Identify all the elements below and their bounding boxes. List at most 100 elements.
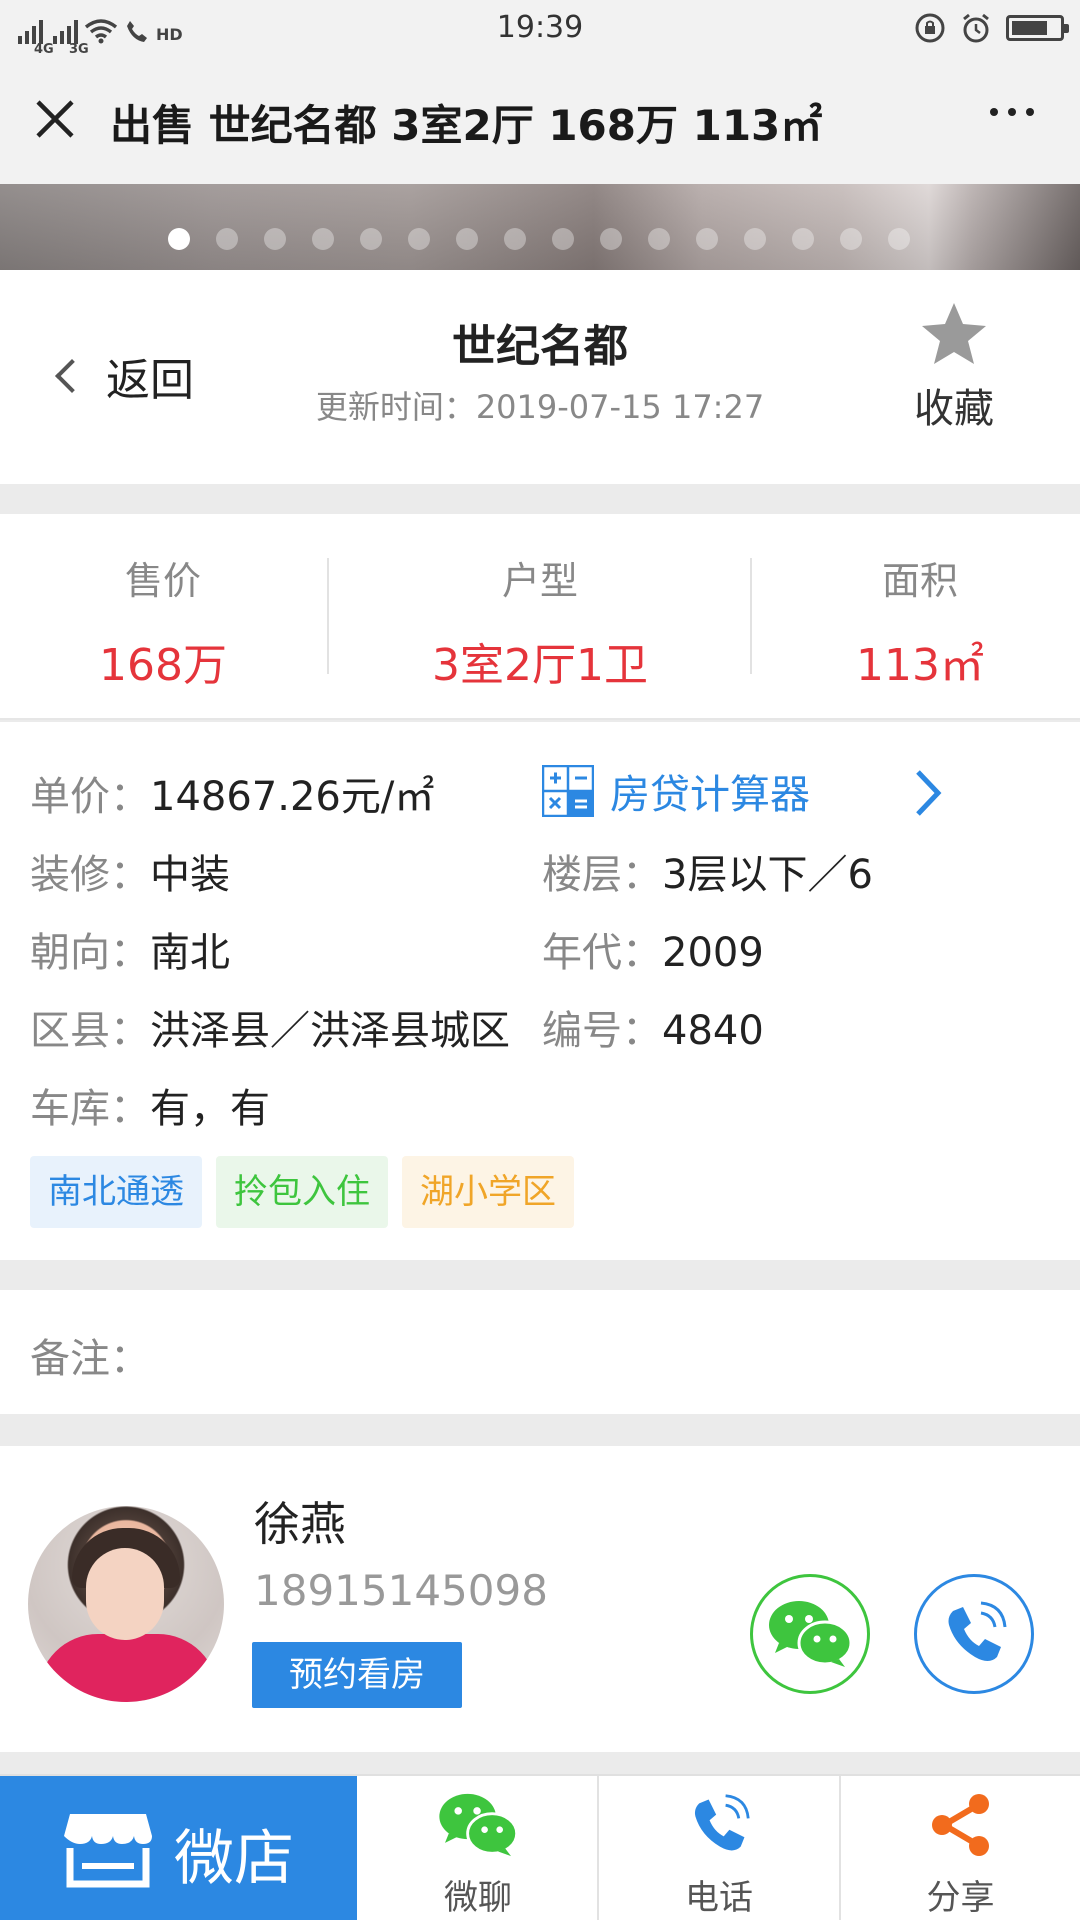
detail-key: 单价： (30, 774, 150, 820)
call-label: 电话 (685, 1878, 753, 1918)
banner-dot[interactable] (792, 228, 814, 250)
feature-tag: 拎包入住 (216, 1156, 388, 1228)
title-bar: 出售 世纪名都 3室2厅 168万 113㎡ (0, 56, 1080, 184)
feature-tag: 南北通透 (30, 1156, 202, 1228)
banner-dot[interactable] (456, 228, 478, 250)
detail-number: 编号：4840 (542, 998, 764, 1056)
chevron-right-icon[interactable] (908, 768, 948, 818)
detail-key: 车库： (30, 1086, 150, 1132)
detail-orientation: 朝向：南北 (30, 920, 230, 978)
detail-floor: 楼层：3层以下／6 (542, 842, 873, 900)
banner-dot[interactable] (744, 228, 766, 250)
phone-icon (948, 1601, 1007, 1661)
agent-name: 徐燕 (254, 1497, 346, 1551)
chat-label: 微聊 (444, 1878, 512, 1918)
detail-unit-price: 单价：14867.26元/㎡ (30, 764, 434, 822)
store-icon (64, 1814, 152, 1888)
avatar (28, 1506, 224, 1702)
banner-dot[interactable] (216, 228, 238, 250)
detail-district: 区县：洪泽县／洪泽县城区 (30, 998, 510, 1056)
divider (327, 558, 329, 674)
banner-dot[interactable] (840, 228, 862, 250)
status-bar: 4G 3G HD 19:39 (0, 0, 1080, 57)
detail-value: 2009 (662, 930, 764, 976)
favorite-button[interactable]: 收藏 (904, 300, 1004, 434)
agent-card: 徐燕 18915145098 预约看房 (0, 1446, 1080, 1752)
banner-dot[interactable] (600, 228, 622, 250)
detail-value: 有，有 (150, 1086, 270, 1132)
detail-key: 装修： (30, 852, 150, 898)
detail-value: 南北 (150, 930, 230, 976)
stat-price: 售价 168万 (60, 550, 266, 693)
remarks-label: 备注： (30, 1336, 150, 1382)
banner-dot[interactable] (648, 228, 670, 250)
stat-value: 168万 (99, 640, 227, 691)
detail-value: 洪泽县／洪泽县城区 (150, 1008, 510, 1054)
rotation-lock-icon (915, 13, 945, 43)
calculator-label: 房贷计算器 (610, 772, 810, 818)
banner-pagination (168, 228, 910, 250)
bottom-nav: 微店 微聊 电话 分享 (0, 1774, 1080, 1920)
stat-area: 面积 113㎡ (820, 550, 1020, 693)
feature-tag: 湖小学区 (402, 1156, 574, 1228)
agent-phone: 18915145098 (254, 1566, 548, 1615)
detail-value: 中装 (150, 852, 230, 898)
wechat-button[interactable] (750, 1574, 870, 1694)
star-icon (922, 303, 986, 364)
detail-value: 4840 (662, 1008, 764, 1054)
share-label: 分享 (926, 1878, 995, 1918)
shop-label: 微店 (174, 1824, 294, 1894)
chat-tab[interactable]: 微聊 (359, 1776, 597, 1920)
call-tab[interactable]: 电话 (599, 1776, 839, 1920)
wechat-icon (439, 1793, 519, 1857)
detail-key: 朝向： (30, 930, 150, 976)
detail-key: 区县： (30, 1008, 150, 1054)
stat-value: 3室2厅1卫 (432, 640, 648, 691)
listing-details: 单价：14867.26元/㎡ 房贷计算器 装修：中装 楼层：3层以下／6 朝向：… (0, 722, 1080, 1260)
mortgage-calculator-link[interactable]: 房贷计算器 (542, 762, 810, 820)
detail-garage: 车库：有，有 (30, 1076, 270, 1134)
page-title: 出售 世纪名都 3室2厅 168万 113㎡ (110, 101, 823, 150)
key-stats: 售价 168万 户型 3室2厅1卫 面积 113㎡ (0, 514, 1080, 720)
detail-key: 编号： (542, 1008, 662, 1054)
more-icon[interactable] (990, 108, 1034, 116)
banner-dot[interactable] (264, 228, 286, 250)
call-button[interactable] (914, 1574, 1034, 1694)
listing-header: 返回 世纪名都 更新时间：2019-07-15 17:27 收藏 (0, 270, 1080, 484)
banner-dot[interactable] (888, 228, 910, 250)
banner-dot[interactable] (408, 228, 430, 250)
alarm-icon (963, 13, 989, 43)
close-icon[interactable] (30, 94, 80, 144)
banner-dot[interactable] (312, 228, 334, 250)
stat-layout: 户型 3室2厅1卫 (390, 550, 690, 693)
share-tab[interactable]: 分享 (841, 1776, 1080, 1920)
share-icon (931, 1794, 989, 1856)
banner-dot[interactable] (360, 228, 382, 250)
banner-dot[interactable] (552, 228, 574, 250)
banner-dot[interactable] (168, 228, 190, 250)
stat-label: 售价 (124, 559, 201, 603)
divider (750, 558, 752, 674)
photo-banner[interactable] (0, 184, 1080, 270)
banner-dot[interactable] (696, 228, 718, 250)
book-viewing-button[interactable]: 预约看房 (252, 1642, 462, 1708)
calculator-icon (542, 765, 594, 817)
stat-value: 113㎡ (856, 640, 984, 691)
stat-label: 面积 (881, 559, 958, 603)
banner-dot[interactable] (504, 228, 526, 250)
favorite-label: 收藏 (914, 386, 994, 432)
battery-icon (1006, 15, 1069, 41)
detail-value: 3层以下／6 (662, 852, 873, 898)
remarks-section: 备注： (0, 1290, 1080, 1414)
feature-tags: 南北通透 拎包入住 湖小学区 (30, 1156, 574, 1228)
shop-button[interactable]: 微店 (0, 1776, 357, 1920)
stat-label: 户型 (501, 559, 578, 603)
detail-decoration: 装修：中装 (30, 842, 230, 900)
detail-value: 14867.26元/㎡ (150, 774, 435, 820)
detail-year: 年代：2009 (542, 920, 764, 978)
status-right (914, 12, 1069, 44)
detail-key: 楼层： (542, 852, 662, 898)
phone-icon (694, 1794, 750, 1851)
wechat-icon (769, 1601, 853, 1667)
detail-key: 年代： (542, 930, 662, 976)
